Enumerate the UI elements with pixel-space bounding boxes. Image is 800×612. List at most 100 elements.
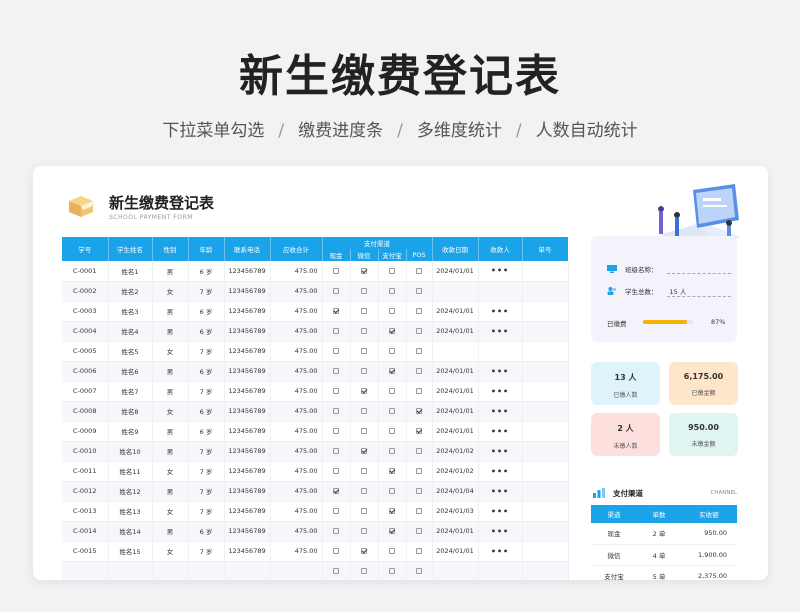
receiver-cell[interactable] (478, 281, 523, 302)
pay-checkbox[interactable] (416, 548, 422, 554)
pay-checkbox[interactable] (389, 508, 395, 514)
gender-cell[interactable]: 女 (152, 341, 189, 362)
pay-checkbox[interactable] (361, 428, 367, 434)
pay-checkbox[interactable] (361, 328, 367, 334)
pay-checkbox[interactable] (416, 308, 422, 314)
gender-cell[interactable]: 男 (152, 261, 189, 282)
pay-checkbox[interactable] (389, 468, 395, 474)
pay-checkbox[interactable] (333, 328, 339, 334)
pay-checkbox[interactable] (389, 488, 395, 494)
gender-cell[interactable]: 女 (152, 281, 189, 302)
gender-cell[interactable]: 女 (152, 541, 189, 562)
pay-checkbox[interactable] (333, 288, 339, 294)
pay-checkbox[interactable] (389, 267, 395, 274)
pay-checkbox[interactable] (416, 428, 422, 434)
pay-checkbox[interactable] (361, 488, 367, 494)
receiver-cell[interactable]: ••• (478, 421, 523, 442)
pay-checkbox[interactable] (333, 468, 339, 474)
pay-channel-cell (322, 341, 351, 362)
pay-checkbox[interactable] (333, 308, 339, 314)
receiver-cell[interactable] (478, 341, 523, 362)
pay-checkbox[interactable] (361, 288, 367, 294)
pay-checkbox[interactable] (389, 548, 395, 554)
pay-checkbox[interactable] (416, 448, 422, 454)
pay-checkbox[interactable] (333, 488, 339, 494)
receiver-cell[interactable]: ••• (478, 541, 523, 562)
pay-checkbox[interactable] (361, 528, 367, 534)
pay-checkbox[interactable] (416, 468, 422, 474)
order-number-cell (522, 381, 569, 402)
gender-cell[interactable]: 男 (152, 441, 189, 462)
pay-checkbox[interactable] (416, 568, 422, 574)
receiver-cell[interactable]: ••• (478, 481, 523, 502)
pay-checkbox[interactable] (389, 288, 395, 294)
pay-checkbox[interactable] (333, 408, 339, 414)
pay-checkbox[interactable] (389, 568, 395, 574)
pay-checkbox[interactable] (333, 348, 339, 354)
pay-checkbox[interactable] (333, 528, 339, 534)
receiver-cell[interactable]: ••• (478, 321, 523, 342)
pay-checkbox[interactable] (416, 508, 422, 514)
pay-checkbox[interactable] (361, 508, 367, 514)
pay-checkbox[interactable] (361, 448, 367, 454)
pay-checkbox[interactable] (333, 568, 339, 574)
pay-checkbox[interactable] (361, 267, 367, 274)
gender-cell[interactable]: 男 (152, 521, 189, 542)
receiver-cell[interactable] (478, 561, 523, 580)
pay-checkbox[interactable] (416, 528, 422, 534)
pay-checkbox[interactable] (416, 488, 422, 494)
pay-checkbox[interactable] (361, 368, 367, 374)
receiver-cell[interactable]: ••• (478, 361, 523, 382)
receiver-cell[interactable]: ••• (478, 301, 523, 322)
pay-checkbox[interactable] (416, 408, 422, 414)
pay-checkbox[interactable] (389, 368, 395, 374)
pay-checkbox[interactable] (416, 288, 422, 294)
pay-checkbox[interactable] (333, 508, 339, 514)
pay-checkbox[interactable] (389, 388, 395, 394)
pay-checkbox[interactable] (361, 468, 367, 474)
pay-checkbox[interactable] (333, 428, 339, 434)
class-name-input[interactable] (667, 273, 731, 274)
gender-cell[interactable]: 男 (152, 361, 189, 382)
pay-checkbox[interactable] (333, 368, 339, 374)
gender-cell[interactable]: 男 (152, 321, 189, 342)
pay-checkbox[interactable] (389, 428, 395, 434)
pay-checkbox[interactable] (416, 267, 422, 274)
pay-checkbox[interactable] (333, 548, 339, 554)
pay-checkbox[interactable] (389, 448, 395, 454)
pay-checkbox[interactable] (333, 267, 339, 274)
gender-cell[interactable]: 男 (152, 381, 189, 402)
pay-checkbox[interactable] (389, 408, 395, 414)
pay-checkbox[interactable] (361, 568, 367, 574)
pay-checkbox[interactable] (333, 388, 339, 394)
receiver-cell[interactable]: ••• (478, 401, 523, 422)
pay-checkbox[interactable] (361, 548, 367, 554)
pay-checkbox[interactable] (361, 388, 367, 394)
gender-cell[interactable]: 男 (152, 421, 189, 442)
pay-checkbox[interactable] (389, 528, 395, 534)
pay-channel-cell (406, 521, 433, 542)
pay-checkbox[interactable] (389, 308, 395, 314)
pay-checkbox[interactable] (389, 348, 395, 354)
receiver-cell[interactable]: ••• (478, 521, 523, 542)
receiver-cell[interactable]: ••• (478, 501, 523, 522)
receiver-cell[interactable]: ••• (478, 441, 523, 462)
receiver-cell[interactable]: ••• (478, 261, 523, 282)
pay-checkbox[interactable] (416, 348, 422, 354)
gender-cell[interactable]: 男 (152, 301, 189, 322)
gender-cell[interactable]: 女 (152, 401, 189, 422)
gender-cell[interactable]: 女 (152, 501, 189, 522)
pay-checkbox[interactable] (333, 448, 339, 454)
receiver-cell[interactable]: ••• (478, 461, 523, 482)
pay-checkbox[interactable] (389, 328, 395, 334)
pay-checkbox[interactable] (361, 408, 367, 414)
receiver-cell[interactable]: ••• (478, 381, 523, 402)
pay-checkbox[interactable] (361, 308, 367, 314)
pay-checkbox[interactable] (416, 328, 422, 334)
gender-cell[interactable]: 女 (152, 461, 189, 482)
pay-checkbox[interactable] (361, 348, 367, 354)
gender-cell[interactable] (152, 561, 189, 580)
pay-checkbox[interactable] (416, 388, 422, 394)
gender-cell[interactable]: 男 (152, 481, 189, 502)
pay-checkbox[interactable] (416, 368, 422, 374)
